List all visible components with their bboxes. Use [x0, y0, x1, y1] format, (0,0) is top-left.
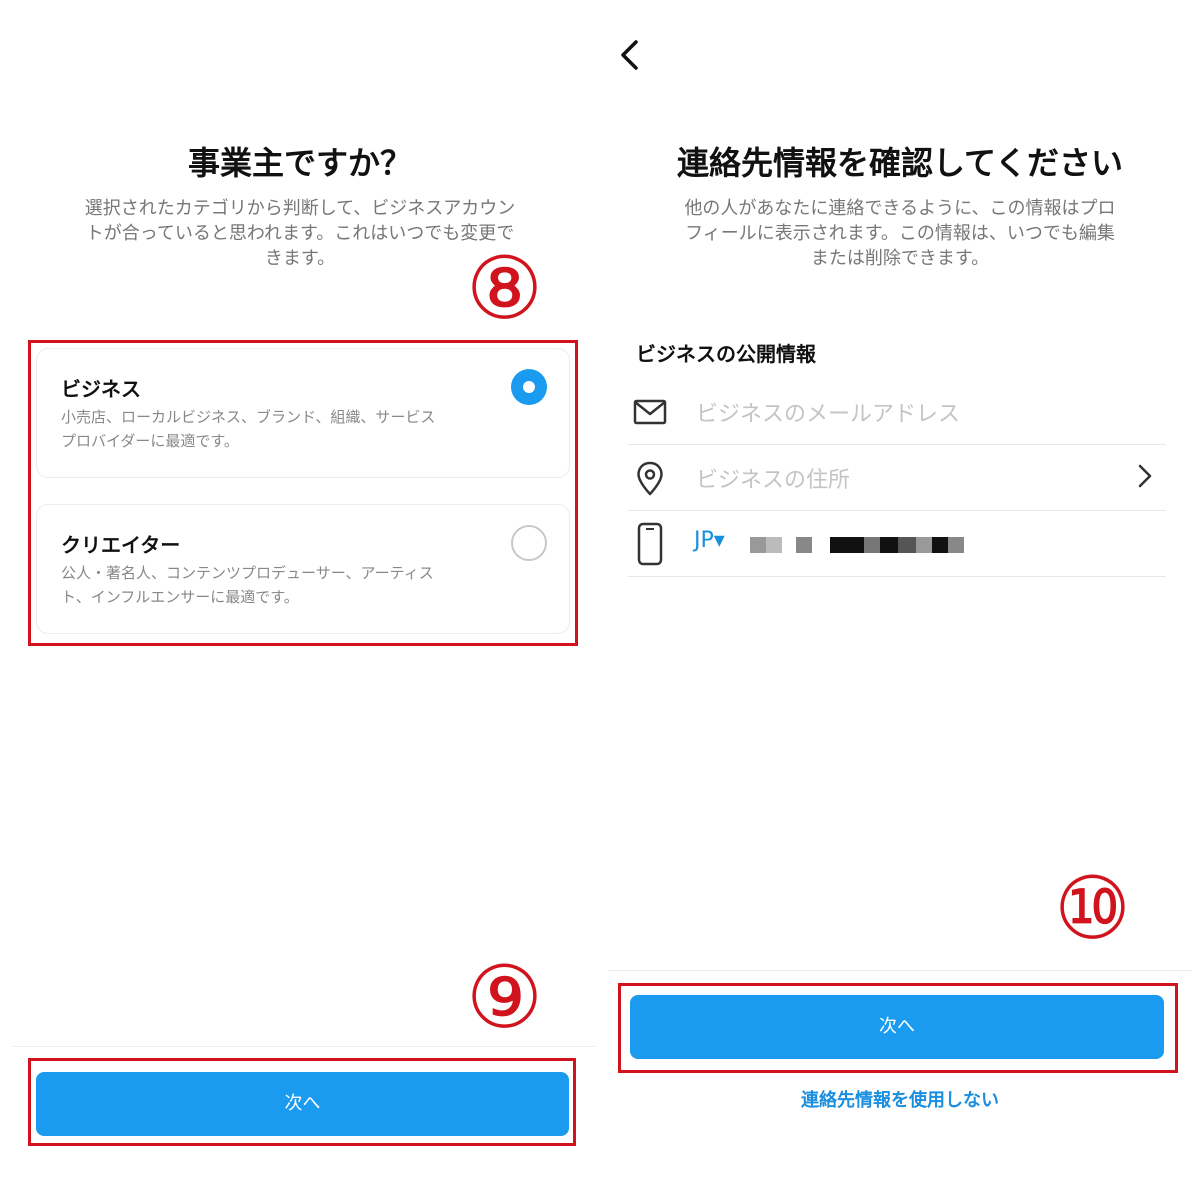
next-button[interactable]: 次へ: [36, 1072, 569, 1136]
contact-info-screen: 連絡先情報を確認してください 他の人があなたに連絡できるように、この情報はプロ …: [600, 0, 1200, 1200]
radio-creator-unselected[interactable]: [511, 525, 547, 561]
option-business[interactable]: ビジネス 小売店、ローカルビジネス、ブランド、組織、サービス プロバイダーに最適…: [36, 348, 570, 478]
section-label: ビジネスの公開情報: [636, 342, 816, 366]
footer-divider: [12, 1046, 596, 1047]
footer-divider: [608, 970, 1192, 971]
address-field[interactable]: ビジネスの住所: [628, 444, 1166, 511]
option-business-description: 小売店、ローカルビジネス、ブランド、組織、サービス プロバイダーに最適です。: [61, 408, 436, 450]
phone-field[interactable]: JP▾: [628, 510, 1166, 577]
chevron-right-icon: [1138, 464, 1152, 488]
email-placeholder: ビジネスのメールアドレス: [696, 402, 961, 427]
radio-business-selected[interactable]: [511, 369, 547, 405]
phone-number-redacted: [750, 537, 964, 553]
next-button[interactable]: 次へ: [630, 995, 1164, 1059]
option-creator-description: 公人・著名人、コンテンツプロデューサー、アーティス ト、インフルエンサーに最適で…: [61, 564, 434, 606]
location-pin-icon: [637, 461, 663, 496]
page-subtitle: 他の人があなたに連絡できるように、この情報はプロ フィールに表示されます。この情…: [684, 198, 1116, 269]
page-title: 事業主ですか？: [187, 144, 412, 182]
address-placeholder: ビジネスの住所: [696, 468, 851, 493]
country-code-selector[interactable]: JP▾: [694, 528, 725, 553]
skip-contact-info-link[interactable]: 連絡先情報を使用しない: [600, 1086, 1200, 1112]
email-field[interactable]: ビジネスのメールアドレス: [628, 378, 1166, 445]
step-marker-9: ⑨: [466, 948, 544, 1048]
back-chevron-icon[interactable]: [616, 38, 644, 72]
mail-icon: [633, 399, 667, 425]
business-type-screen: 事業主ですか？ 選択されたカテゴリから判断して、ビジネスアカウン トが合っている…: [0, 0, 600, 1200]
option-creator[interactable]: クリエイター 公人・著名人、コンテンツプロデューサー、アーティス ト、インフルエ…: [36, 504, 570, 634]
page-title: 連絡先情報を確認してください: [676, 144, 1124, 182]
step-marker-10: ⑩: [1054, 859, 1132, 959]
option-business-title: ビジネス: [61, 377, 141, 401]
step-marker-8: ⑧: [466, 239, 544, 339]
option-creator-title: クリエイター: [61, 533, 181, 557]
phone-icon: [637, 522, 663, 566]
